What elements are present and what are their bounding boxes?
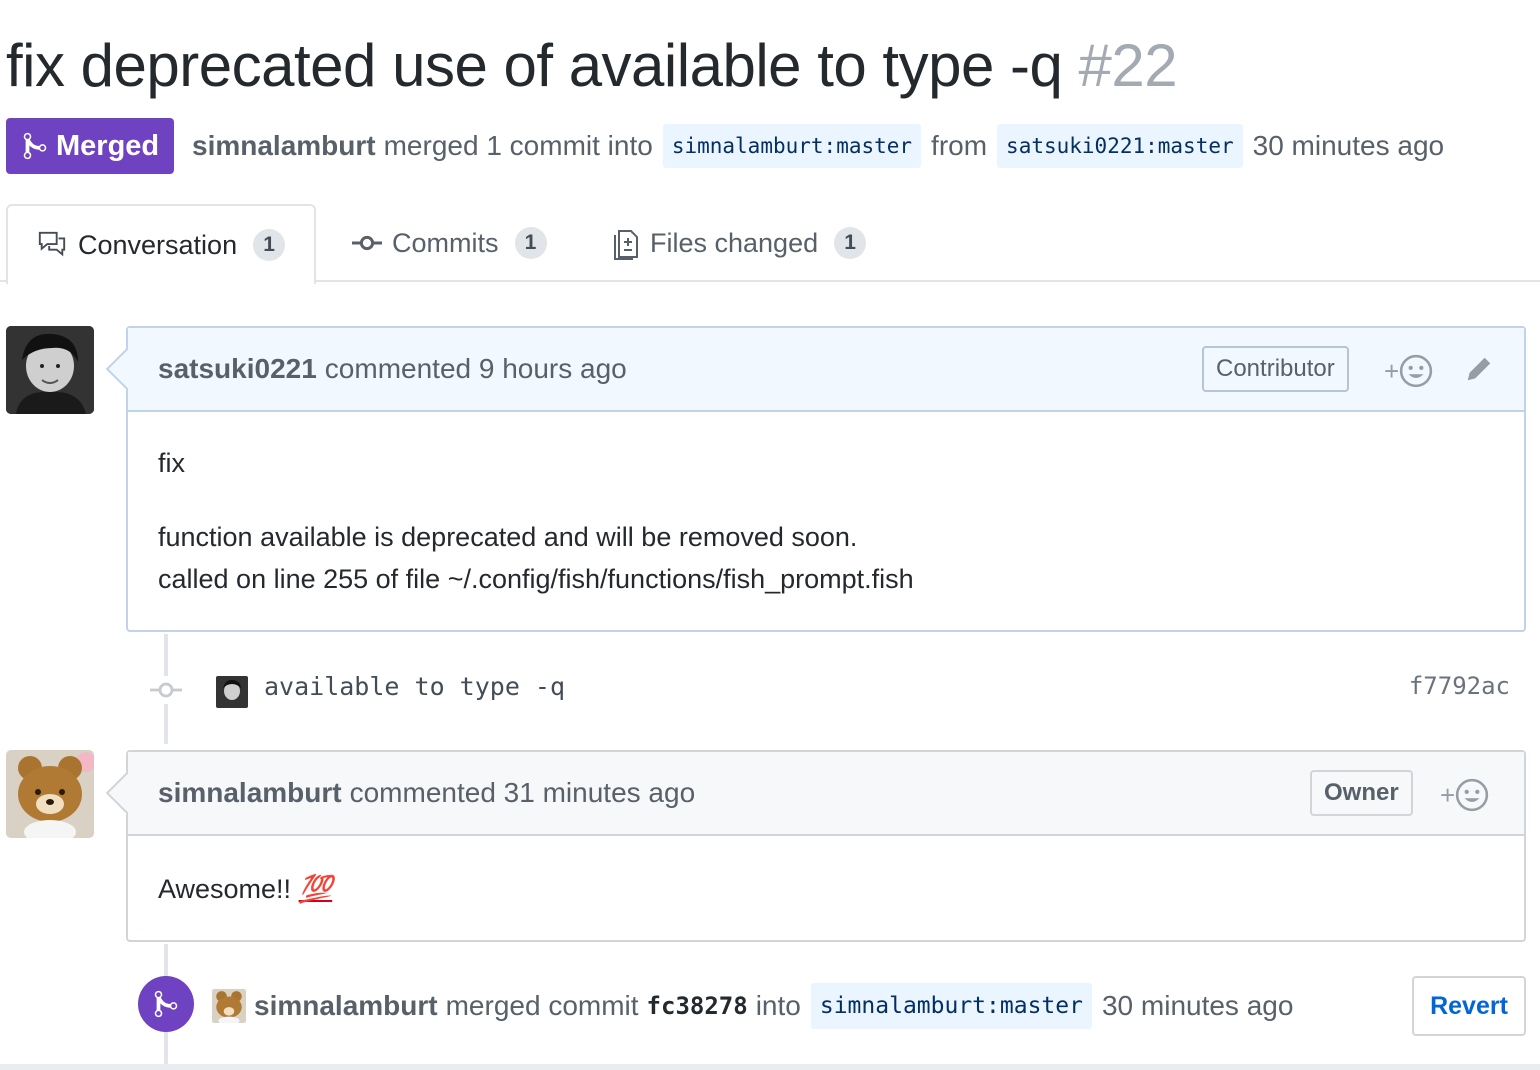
merger-avatar[interactable] — [212, 989, 246, 1023]
contributor-label: Contributor — [1202, 346, 1349, 392]
merge-time: 30 minutes ago — [1252, 130, 1445, 161]
merger-link[interactable]: simnalamburt — [192, 130, 376, 162]
merge-commit-sha[interactable]: fc38278 — [647, 992, 748, 1020]
comment-paragraph: function available is deprecated and wil… — [158, 522, 858, 552]
from-text: from — [931, 130, 988, 161]
pr-tabs: Conversation 1 Commits 1 Files changed 1 — [0, 204, 1540, 284]
plus-icon: + — [1440, 779, 1456, 810]
timeline-divider — [0, 1064, 1540, 1070]
tab-conversation-count: 1 — [253, 229, 286, 261]
file-diff-icon — [614, 230, 638, 260]
git-merge-icon — [154, 990, 178, 1018]
tab-commits[interactable]: Commits 1 — [352, 204, 547, 282]
hundred-points-emoji: 💯 — [298, 874, 333, 904]
commit-item: available to type -q f7792ac — [150, 668, 1520, 712]
plus-icon: + — [1384, 355, 1400, 386]
tab-files-label: Files changed — [650, 227, 819, 258]
comment-paragraph: fix — [158, 448, 185, 478]
merge-into-text: into — [755, 990, 801, 1021]
comment-body: Awesome!! 💯 — [128, 836, 1524, 910]
git-commit-icon — [352, 235, 382, 251]
commit-message[interactable]: available to type -q — [264, 672, 565, 701]
comment-time[interactable]: commented 31 minutes ago — [350, 777, 696, 809]
merge-event-badge — [138, 976, 194, 1032]
tab-commits-label: Commits — [392, 227, 499, 258]
comment-paragraph: called on line 255 of file ~/.config/fis… — [158, 564, 914, 594]
tab-files-changed[interactable]: Files changed 1 — [612, 204, 867, 282]
comment-author[interactable]: simnalamburt — [158, 777, 342, 809]
revert-button[interactable]: Revert — [1412, 976, 1526, 1036]
head-branch[interactable]: satsuki0221:master — [997, 124, 1243, 168]
merge-text: merged commit — [445, 990, 639, 1021]
commit-author-avatar[interactable] — [216, 676, 248, 708]
add-reaction-button[interactable]: + — [1440, 778, 1489, 812]
avatar-image — [6, 326, 94, 414]
tab-conversation-label: Conversation — [78, 229, 238, 260]
git-commit-icon — [150, 676, 182, 704]
avatar-satsuki0221[interactable] — [6, 326, 94, 414]
comment-text: Awesome!! — [158, 874, 292, 904]
state-label: Merged — [56, 129, 160, 162]
merge-event-time[interactable]: 30 minutes ago — [1102, 990, 1293, 1022]
comment-header: simnalamburt commented 31 minutes ago Ow… — [128, 752, 1524, 836]
owner-label: Owner — [1310, 770, 1413, 816]
comment-header: satsuki0221 commented 9 hours ago Contri… — [128, 328, 1524, 412]
pr-meta: simnalamburt merged 1 commit into simnal… — [192, 118, 1444, 174]
pencil-icon — [1467, 357, 1491, 381]
smiley-icon — [1400, 354, 1433, 388]
git-merge-icon — [23, 132, 47, 160]
base-branch[interactable]: simnalamburt:master — [662, 124, 922, 168]
comment-body: fix function available is deprecated and… — [128, 412, 1524, 600]
comment-time[interactable]: commented 9 hours ago — [325, 353, 627, 385]
merge-branch[interactable]: simnalamburt:master — [810, 983, 1092, 1029]
comment-author[interactable]: satsuki0221 — [158, 353, 317, 385]
avatar-image — [6, 750, 94, 838]
comment-simnalamburt: simnalamburt commented 31 minutes ago Ow… — [105, 750, 1526, 942]
merge-author[interactable]: simnalamburt — [254, 990, 438, 1022]
comment-discussion-icon — [38, 231, 66, 257]
merged-text: merged 1 commit into — [383, 130, 653, 161]
pr-title: fix deprecated use of available to type … — [6, 26, 1178, 106]
add-reaction-button[interactable]: + — [1384, 354, 1433, 388]
comment-paragraph: Awesome!! 💯 — [158, 868, 1494, 910]
edit-comment-button[interactable] — [1464, 354, 1494, 384]
tab-conversation[interactable]: Conversation 1 — [6, 204, 316, 284]
pr-number: #22 — [1078, 32, 1178, 99]
commit-sha[interactable]: f7792ac — [1409, 672, 1510, 700]
smiley-icon — [1456, 778, 1489, 812]
tab-commits-count: 1 — [514, 227, 547, 259]
tab-files-count: 1 — [834, 227, 867, 259]
comment-satsuki0221: satsuki0221 commented 9 hours ago Contri… — [105, 326, 1526, 632]
avatar-simnalamburt[interactable] — [6, 750, 94, 838]
pr-title-text: fix deprecated use of available to type … — [6, 32, 1063, 99]
merge-event-text: simnalamburt merged commit fc38278 into … — [212, 983, 1293, 1029]
state-badge: Merged — [6, 118, 174, 174]
